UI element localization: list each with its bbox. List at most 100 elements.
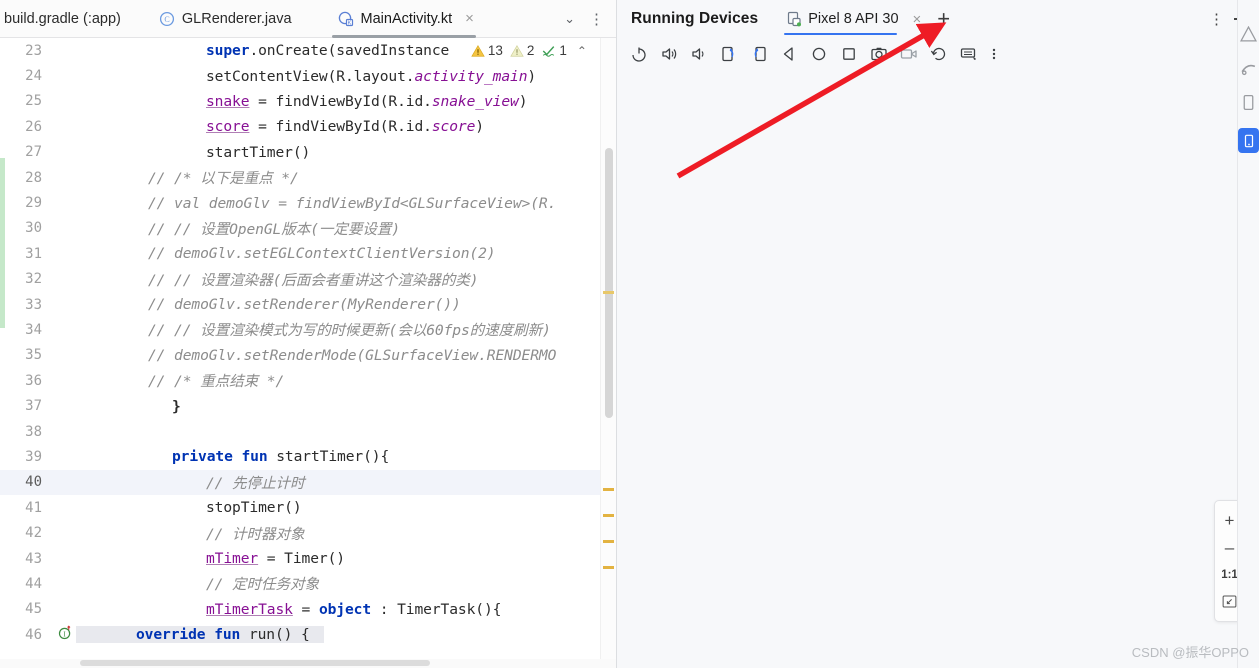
editor-tab-close-icon[interactable]: × bbox=[465, 11, 474, 26]
line-number: 43 bbox=[25, 550, 42, 567]
warning-icon bbox=[471, 44, 485, 57]
code-comment: // demoGlv.setRenderer(MyRenderer()) bbox=[148, 296, 461, 314]
horizontal-scrollbar-thumb[interactable] bbox=[80, 660, 430, 666]
screenshot-icon[interactable] bbox=[869, 44, 889, 64]
code-text-area[interactable]: 23 super.onCreate(savedInstance 13 2 1 ⌃… bbox=[0, 38, 616, 668]
code-resource-id: snake_view bbox=[431, 92, 519, 110]
weak-warning-count: 2 bbox=[526, 43, 535, 59]
typo-check-icon bbox=[543, 45, 555, 57]
history-icon[interactable] bbox=[929, 44, 949, 64]
editor-scrollbar-thumb[interactable] bbox=[605, 148, 613, 418]
add-device-button[interactable]: + bbox=[937, 8, 950, 30]
editor-tab-mainactivity[interactable]: K MainActivity.kt × bbox=[326, 0, 486, 38]
line-number: 41 bbox=[25, 499, 42, 516]
power-icon[interactable] bbox=[629, 44, 649, 64]
code-line: 41 stopTimer() bbox=[0, 495, 616, 520]
line-number: 39 bbox=[25, 448, 42, 465]
code-field: mTimerTask bbox=[206, 600, 293, 618]
code-text: } bbox=[172, 397, 181, 415]
kw-super: super bbox=[206, 42, 250, 60]
running-devices-strip-button[interactable] bbox=[1238, 128, 1259, 153]
kw-override: override bbox=[136, 626, 206, 644]
weak-warning-icon bbox=[510, 44, 524, 57]
android-studio-window: build.gradle (:app) C GLRenderer.java K … bbox=[0, 0, 1259, 668]
device-tab-pixel8[interactable]: Pixel 8 API 30 × bbox=[784, 0, 923, 38]
code-field: mTimer bbox=[206, 550, 259, 567]
overview-icon[interactable] bbox=[839, 44, 859, 64]
code-comment: // /* 重点结束 */ bbox=[148, 373, 285, 391]
rotate-left-icon[interactable] bbox=[719, 44, 739, 64]
warning-marker[interactable] bbox=[603, 488, 614, 491]
code-line: 34 // // 设置渲染模式为写的时候更新(会以60fps的速度刷新) bbox=[0, 317, 616, 342]
code-comment: // val demoGlv = findViewById<GLSurfaceV… bbox=[148, 194, 557, 212]
line-number: 33 bbox=[25, 296, 42, 313]
home-icon[interactable] bbox=[809, 44, 829, 64]
code-text: super.onCreate(savedInstance bbox=[76, 42, 449, 59]
code-paren: ) bbox=[518, 92, 528, 110]
code-line: 28 // /* 以下是重点 */ bbox=[0, 165, 616, 190]
device-icon bbox=[786, 11, 802, 27]
svg-text:C: C bbox=[164, 15, 169, 24]
more-icon[interactable] bbox=[989, 44, 999, 64]
chevron-down-icon[interactable]: ⌄ bbox=[558, 11, 581, 27]
editor-tab-build-gradle[interactable]: build.gradle (:app) bbox=[0, 0, 133, 38]
screen-record-icon[interactable] bbox=[899, 44, 919, 64]
code-line: 36 // /* 重点结束 */ bbox=[0, 368, 616, 393]
editor-tab-bar: build.gradle (:app) C GLRenderer.java K … bbox=[0, 0, 616, 38]
code-text: stopTimer() bbox=[206, 499, 302, 517]
code-field: snake bbox=[206, 92, 250, 110]
code-line: 45 mTimerTask = object : TimerTask(){ bbox=[0, 597, 616, 622]
editor-tab-label: MainActivity.kt bbox=[360, 10, 453, 27]
line-number: 25 bbox=[25, 93, 42, 110]
inspection-widget[interactable]: 13 2 1 ⌃ ⌄ bbox=[464, 38, 608, 64]
volume-up-icon[interactable] bbox=[659, 44, 679, 64]
code-type: TimerTask(){ bbox=[397, 600, 502, 618]
code-comment: // 先停止计时 bbox=[206, 474, 305, 492]
code-line: 38 bbox=[0, 419, 616, 444]
gradle-icon[interactable] bbox=[1240, 60, 1257, 77]
device-tab-label: Pixel 8 API 30 bbox=[808, 11, 899, 27]
editor-marker-bar[interactable] bbox=[600, 38, 616, 668]
volume-down-icon[interactable] bbox=[689, 44, 709, 64]
code-line: 35 // demoGlv.setRenderMode(GLSurfaceVie… bbox=[0, 343, 616, 368]
editor-tab-label: GLRenderer.java bbox=[181, 10, 292, 27]
kw-private: private bbox=[172, 448, 233, 466]
code-line: 32 // // 设置渲染器(后面会者重讲这个渲染器的类) bbox=[0, 267, 616, 292]
line-number: 34 bbox=[25, 321, 42, 338]
line-number: 24 bbox=[25, 68, 42, 85]
code-comment: // // 设置渲染模式为写的时候更新(会以60fps的速度刷新) bbox=[148, 322, 551, 340]
code-line: 25 snake = findViewById(R.id.snake_view) bbox=[0, 89, 616, 114]
prev-problem-icon[interactable]: ⌃ bbox=[577, 44, 587, 58]
code-text: private fun startTimer(){ bbox=[76, 448, 389, 465]
code-comment: // /* 以下是重点 */ bbox=[148, 170, 299, 188]
warning-marker[interactable] bbox=[603, 514, 614, 517]
line-number: 32 bbox=[25, 271, 42, 288]
warning-marker[interactable] bbox=[603, 291, 614, 294]
rotate-right-icon[interactable] bbox=[749, 44, 769, 64]
code-line: 44 // 定时任务对象 bbox=[0, 571, 616, 596]
code-resource-id: score bbox=[431, 118, 476, 136]
code-comment: // 计时器对象 bbox=[206, 525, 305, 543]
typo-count: 1 bbox=[559, 43, 567, 59]
warning-marker[interactable] bbox=[603, 540, 614, 543]
code-line: 37 } bbox=[0, 393, 616, 418]
notifications-icon[interactable] bbox=[1239, 25, 1258, 43]
code-line: 46 I override fun run() { bbox=[0, 622, 616, 647]
panel-more-icon[interactable]: ⋮ bbox=[1209, 10, 1224, 28]
back-icon[interactable] bbox=[779, 44, 799, 64]
code-call: = findViewById(R.id. bbox=[249, 92, 432, 110]
device-tab-close-icon[interactable]: × bbox=[913, 11, 922, 28]
code-comment: // 定时任务对象 bbox=[206, 576, 320, 594]
code-comment: // // 设置渲染器(后面会者重讲这个渲染器的类) bbox=[148, 271, 479, 289]
device-manager-icon[interactable] bbox=[1240, 94, 1257, 111]
line-number: 30 bbox=[25, 220, 42, 237]
editor-tab-glrenderer[interactable]: C GLRenderer.java bbox=[147, 0, 304, 38]
more-options-icon[interactable]: ⋮ bbox=[583, 10, 610, 28]
implementing-method-icon[interactable]: I bbox=[54, 625, 76, 644]
warning-count: 13 bbox=[487, 43, 503, 59]
warning-marker[interactable] bbox=[603, 566, 614, 569]
code-resource-id: activity_main bbox=[414, 67, 528, 85]
hardware-input-icon[interactable] bbox=[959, 44, 979, 64]
code-text: score = findViewById(R.id.score) bbox=[76, 118, 484, 135]
running-devices-pane: Running Devices Pixel 8 API 30 × + ⋮ + –… bbox=[616, 0, 1259, 668]
